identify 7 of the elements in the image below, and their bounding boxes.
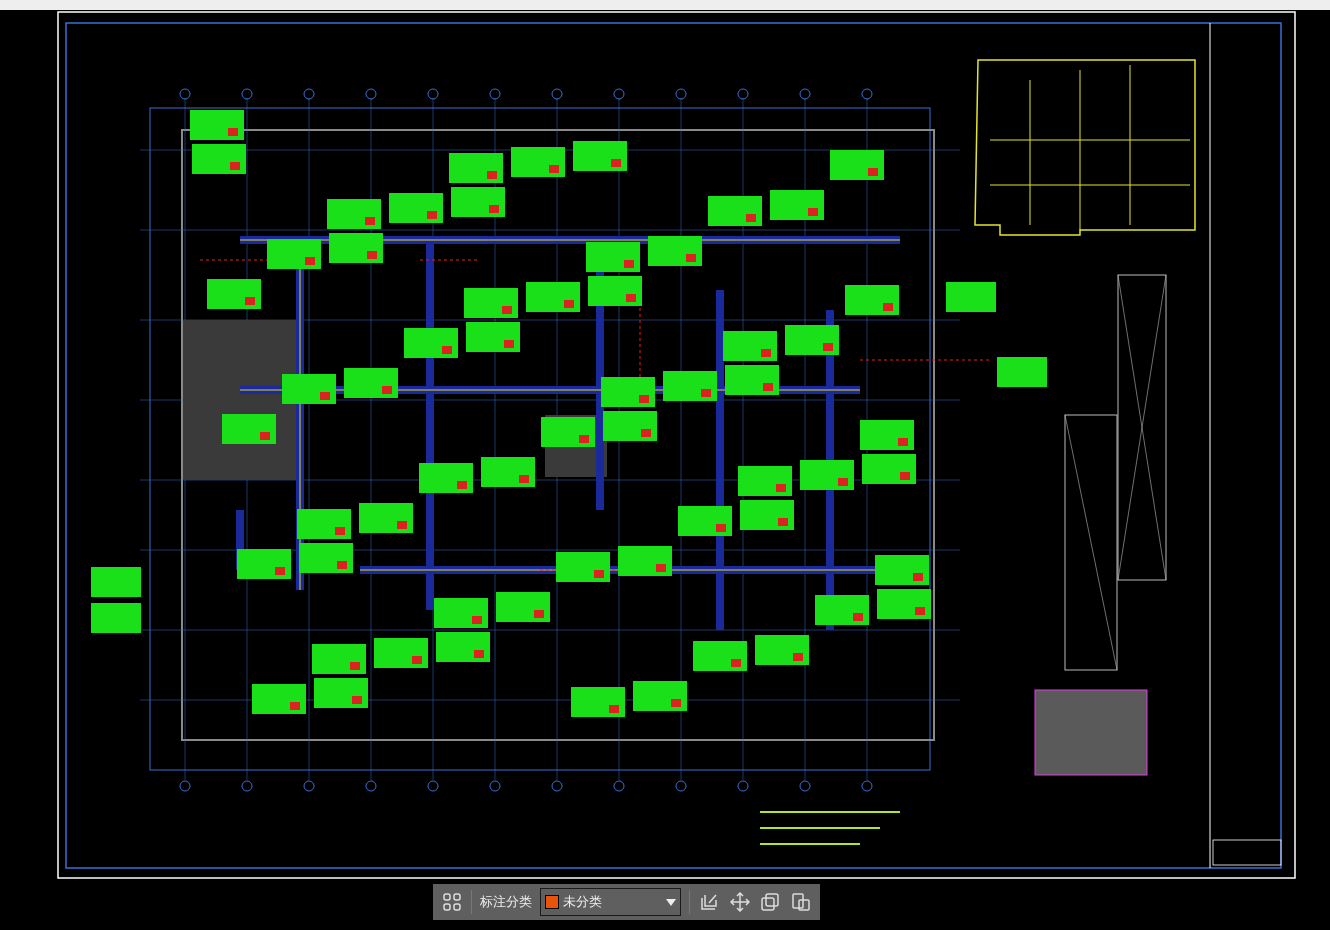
caret-icon xyxy=(666,898,677,906)
category-label: 标注分类 xyxy=(480,893,533,912)
grid-icon[interactable] xyxy=(441,890,464,914)
move-icon[interactable] xyxy=(728,890,752,914)
paste-icon[interactable] xyxy=(789,890,812,914)
copy-icon[interactable] xyxy=(759,890,782,914)
category-dropdown[interactable]: 未分类 xyxy=(540,888,682,916)
